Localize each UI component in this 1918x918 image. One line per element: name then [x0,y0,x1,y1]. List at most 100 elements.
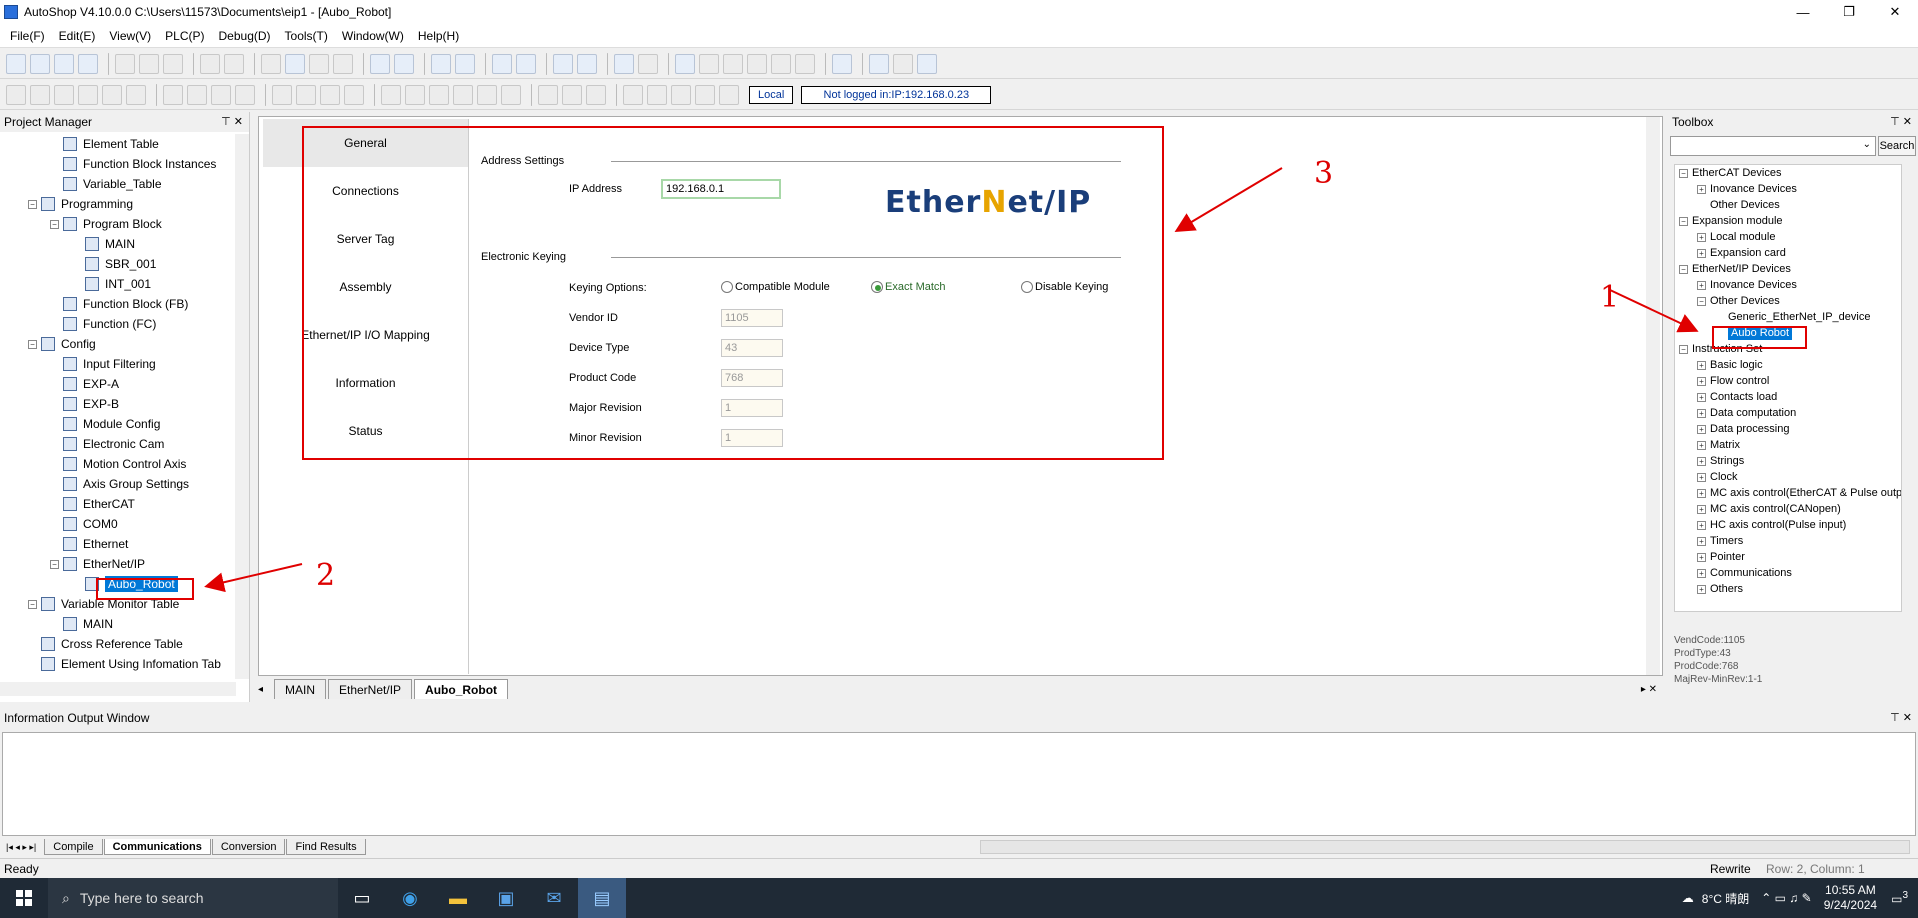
weather-icon[interactable]: ☁ [1682,891,1694,905]
toolbox-tree-item[interactable]: + Data processing [1675,421,1901,437]
project-tree-item[interactable]: MAIN [0,614,236,634]
project-tree-item[interactable]: EtherCAT [0,494,236,514]
copy-icon[interactable] [139,53,159,74]
toolbox-tree-item[interactable]: + Inovance Devices [1675,277,1901,293]
ladder-icon[interactable] [6,84,26,105]
menu-plc[interactable]: PLC(P) [165,29,204,43]
save-icon[interactable] [54,53,74,74]
autoshop-app-icon[interactable]: ▤ [578,878,626,918]
info-tab-communications[interactable]: Communications [103,839,211,855]
cross-icon[interactable] [78,84,98,105]
editor-scrollbar[interactable] [1646,117,1660,675]
project-tree-scrollbar[interactable] [235,134,249,679]
tree-expander-icon[interactable]: − [50,219,59,229]
function-f-icon[interactable] [586,84,606,105]
menu-debug[interactable]: Debug(D) [219,29,271,43]
menu-help[interactable]: Help(H) [418,29,459,43]
project-tree-item[interactable]: Electronic Cam [0,434,236,454]
taskbar-search[interactable]: ⌕ Type here to search [48,878,338,918]
doc-tab-ethernet-ip[interactable]: EtherNet/IP [328,679,413,699]
doc-tab-main[interactable]: MAIN [274,679,326,699]
tree-expander-icon[interactable]: + [1697,232,1706,242]
menu-file[interactable]: File(F) [10,29,45,43]
contact-branch-icon[interactable] [163,84,183,105]
up-arrow-icon[interactable] [695,84,715,105]
project-tree-item[interactable]: EXP-B [0,394,236,414]
tree-expander-icon[interactable]: + [1697,376,1706,386]
toolbox-tree-item[interactable]: + Strings [1675,453,1901,469]
find-icon[interactable] [285,53,305,74]
toolbox-search-button[interactable]: Search [1878,136,1916,156]
test-icon[interactable] [832,53,852,74]
tabs-close-icon[interactable]: ▸ ✕ [1641,684,1657,695]
toolbox-tree-item[interactable]: + MC axis control(CANopen) [1675,501,1901,517]
toolbox-tree-item[interactable]: Other Devices [1675,197,1901,213]
tree-expander-icon[interactable]: − [28,339,37,349]
tree-expander-icon[interactable]: − [28,199,37,209]
toolbox-tree-item[interactable]: + Inovance Devices [1675,181,1901,197]
store-icon[interactable]: ▣ [482,878,530,918]
project-tree-item[interactable]: Axis Group Settings [0,474,236,494]
tree-expander-icon[interactable]: − [1697,296,1706,306]
info-output-area[interactable] [2,732,1916,836]
monitor-icon[interactable] [614,53,634,74]
tree-expander-icon[interactable]: + [1697,504,1706,514]
no-contact-icon[interactable] [381,84,401,105]
project-tree-item[interactable]: − EtherNet/IP [0,554,236,574]
contact-join-icon[interactable] [211,84,231,105]
compare-icon[interactable] [723,53,743,74]
tree-expander-icon[interactable]: + [1697,408,1706,418]
function-a-icon[interactable] [562,84,582,105]
tree-expander-icon[interactable]: + [1697,280,1706,290]
down-arrow-icon[interactable] [719,84,739,105]
tree-expander-icon[interactable]: − [1679,264,1688,274]
tray-icons[interactable]: ⌃ ▭ ♫ ✎ [1761,891,1811,905]
project-tree-item[interactable]: Motion Control Axis [0,454,236,474]
horizontal-line-icon[interactable] [272,84,292,105]
project-tree-item[interactable]: Variable_Table [0,174,236,194]
project-tree-item[interactable]: EXP-A [0,374,236,394]
toolbox-tree-item[interactable]: + Pointer [1675,549,1901,565]
book-icon[interactable] [917,53,937,74]
monitor-stop-icon[interactable] [638,53,658,74]
menu-window[interactable]: Window(W) [342,29,404,43]
compile-all-icon[interactable] [455,53,475,74]
download-icon[interactable] [553,53,573,74]
project-tree-item[interactable]: − Config [0,334,236,354]
corner-line-icon[interactable] [320,84,340,105]
tree-expander-icon[interactable]: + [1697,488,1706,498]
task-view-icon[interactable]: ▭ [338,878,386,918]
tree-expander-icon[interactable]: + [1697,552,1706,562]
toolbox-tree-item[interactable]: + Clock [1675,469,1901,485]
tree-expander-icon[interactable]: − [28,599,37,609]
import-icon[interactable] [869,53,889,74]
cut-icon[interactable] [115,53,135,74]
notification-icon[interactable]: ▭3 [1891,890,1908,906]
toolbox-tree-item[interactable]: + HC axis control(Pulse input) [1675,517,1901,533]
export-icon[interactable] [893,53,913,74]
tree-expander-icon[interactable]: + [1697,472,1706,482]
info-tab-conversion[interactable]: Conversion [211,839,286,855]
cross-line-icon[interactable] [671,84,691,105]
file-explorer-icon[interactable]: ▬ [434,878,482,918]
upload-icon[interactable] [577,53,597,74]
doc-tab-aubo-robot[interactable]: Aubo_Robot [414,679,509,699]
project-tree-item[interactable]: − Program Block [0,214,236,234]
tree-expander-icon[interactable]: − [1679,168,1688,178]
toolbox-tree-item[interactable]: + Flow control [1675,373,1901,389]
tab-nav-arrows-icon[interactable]: |◂ ◂ ▸ ▸| [6,842,36,853]
toolbox-tree-item[interactable]: + Contacts load [1675,389,1901,405]
tree-expander-icon[interactable]: + [1697,184,1706,194]
info-hscrollbar[interactable] [980,840,1910,854]
tree-expander-icon[interactable]: + [1697,392,1706,402]
toolbox-tree-item[interactable]: + Expansion card [1675,245,1901,261]
toolbox-tree-item[interactable]: + Data computation [1675,405,1901,421]
window-tile-icon[interactable] [394,53,414,74]
tree-expander-icon[interactable]: + [1697,456,1706,466]
toolbox-tree-item[interactable]: + Matrix [1675,437,1901,453]
tree-expander-icon[interactable]: + [1697,520,1706,530]
new-file-icon[interactable] [6,53,26,74]
write-icon[interactable] [699,53,719,74]
panel-pin-close-icons[interactable]: ⊤ ✕ [1890,115,1912,128]
delete-icon[interactable] [261,53,281,74]
